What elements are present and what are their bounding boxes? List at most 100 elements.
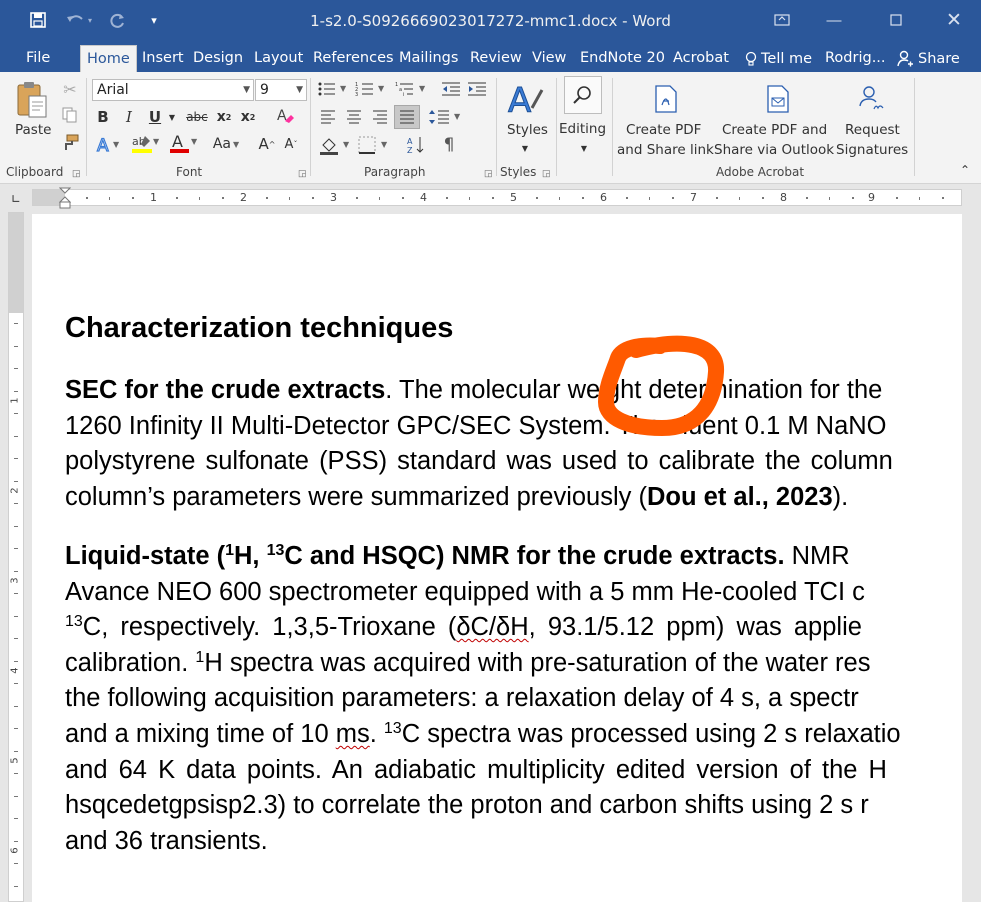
show-formatting-marks-icon[interactable]: ¶ xyxy=(438,134,460,156)
borders-icon[interactable]: ▼ xyxy=(356,134,392,156)
decrease-indent-icon[interactable] xyxy=(440,80,462,98)
tab-references[interactable]: References xyxy=(313,45,394,72)
tab-mailings[interactable]: Mailings xyxy=(399,45,458,72)
sort-icon[interactable]: AZ xyxy=(404,134,428,156)
create-pdf-line1[interactable]: Create PDF xyxy=(626,122,701,138)
ruler-tick xyxy=(109,197,110,200)
font-name-dropdown-icon[interactable]: ▼ xyxy=(243,80,250,100)
align-center-icon[interactable] xyxy=(344,108,364,126)
tab-layout[interactable]: Layout xyxy=(254,45,303,72)
clear-formatting-icon[interactable]: A xyxy=(274,106,296,126)
create-pdf-line2[interactable]: and Share link xyxy=(617,142,714,158)
superscript: 13 xyxy=(266,542,285,559)
vruler-tick xyxy=(14,548,18,549)
tab-view[interactable]: View xyxy=(532,45,566,72)
create-pdf-icon[interactable] xyxy=(652,84,680,114)
spelling-flagged-text[interactable]: δC/δH xyxy=(456,613,528,641)
share-button[interactable]: Share xyxy=(896,45,960,72)
ruler-number: 8 xyxy=(780,191,787,204)
justify-button[interactable] xyxy=(394,105,420,129)
font-name-box[interactable]: Arial ▼ xyxy=(92,79,254,101)
numbering-icon[interactable]: 1 2 3 ▼ xyxy=(354,80,388,98)
tab-file[interactable]: File xyxy=(26,45,50,72)
styles-icon[interactable]: A xyxy=(504,78,548,122)
styles-button-label[interactable]: Styles xyxy=(507,122,548,138)
ribbon-display-options-icon[interactable] xyxy=(762,6,802,34)
doc-line: 13C, respectively. 1,3,5-Trioxane (δC/δH… xyxy=(65,613,862,642)
underline-button[interactable]: U xyxy=(146,108,164,126)
collapse-ribbon-icon[interactable]: ⌃ xyxy=(956,162,974,178)
superscript-button[interactable]: x2 xyxy=(238,108,258,126)
create-pdf-outlook-line2[interactable]: Share via Outlook xyxy=(714,142,834,158)
horizontal-ruler[interactable]: 1 2 3 4 5 6 7 8 9 xyxy=(32,187,962,209)
editing-search-icon[interactable] xyxy=(564,76,602,114)
vruler-number: 2 xyxy=(9,487,21,494)
minimize-icon[interactable]: — xyxy=(814,6,854,34)
ruler-dot xyxy=(626,197,628,199)
grow-font-button[interactable]: A ^ xyxy=(258,134,276,154)
tab-home[interactable]: Home xyxy=(80,45,137,72)
line-spacing-icon[interactable]: ▼ xyxy=(428,108,464,126)
italic-button[interactable]: I xyxy=(120,108,138,126)
text-effects-icon[interactable]: A ▼ xyxy=(94,134,122,156)
request-signatures-line1[interactable]: Request xyxy=(845,122,900,138)
styles-dropdown-icon[interactable]: ▼ xyxy=(518,142,532,154)
font-size-dropdown-icon[interactable]: ▼ xyxy=(296,80,303,100)
tab-insert[interactable]: Insert xyxy=(142,45,184,72)
spelling-flagged-text[interactable]: ms xyxy=(336,720,370,748)
svg-text:▼: ▼ xyxy=(454,112,461,121)
svg-text:▼: ▼ xyxy=(378,84,385,93)
tell-me-search[interactable]: Tell me xyxy=(745,45,812,72)
change-case-button[interactable]: Aa ▼ xyxy=(208,134,244,154)
align-right-icon[interactable] xyxy=(370,108,390,126)
copy-icon[interactable] xyxy=(60,106,80,124)
vruler-number: 3 xyxy=(9,577,21,584)
vertical-ruler[interactable]: 1 2 3 4 5 6 xyxy=(8,212,24,902)
shrink-font-button[interactable]: Aˇ xyxy=(282,134,300,154)
editing-dropdown-icon[interactable]: ▼ xyxy=(577,142,591,154)
font-launcher-icon[interactable]: ◲ xyxy=(298,168,307,179)
align-left-icon[interactable] xyxy=(318,108,338,126)
vruler-tick xyxy=(14,885,18,887)
tab-endnote[interactable]: EndNote 20 xyxy=(580,45,665,72)
highlight-color-icon[interactable]: ab ▼ xyxy=(130,132,160,156)
subscript-button[interactable]: x2 xyxy=(214,108,234,126)
doc-line: and 36 transients. xyxy=(65,827,268,855)
maximize-icon[interactable] xyxy=(876,6,916,34)
group-separator xyxy=(310,78,311,176)
multilevel-list-icon[interactable]: 1 a i ▼ xyxy=(394,80,430,98)
ruler-dot xyxy=(806,197,808,199)
indent-marker-icon[interactable] xyxy=(58,187,72,209)
styles-launcher-icon[interactable]: ◲ xyxy=(542,168,551,179)
bold-button[interactable]: B xyxy=(94,108,112,126)
strikethrough-button[interactable]: abc xyxy=(184,108,210,126)
request-signatures-icon[interactable] xyxy=(856,84,886,114)
vruler-tick xyxy=(14,368,18,369)
font-size-box[interactable]: 9 ▼ xyxy=(255,79,307,101)
editing-button-label[interactable]: Editing xyxy=(559,121,606,137)
request-signatures-line2[interactable]: Signatures xyxy=(836,142,908,158)
clipboard-launcher-icon[interactable]: ◲ xyxy=(72,168,81,179)
tab-review[interactable]: Review xyxy=(470,45,522,72)
format-painter-icon[interactable] xyxy=(60,134,80,152)
paste-label[interactable]: Paste xyxy=(15,122,51,138)
increase-indent-icon[interactable] xyxy=(466,80,488,98)
doc-line: SEC for the crude extracts. The molecula… xyxy=(65,376,882,405)
cut-icon[interactable]: ✂ xyxy=(60,80,80,99)
tab-selector-icon[interactable]: ∟ xyxy=(8,191,24,207)
share-label: Share xyxy=(918,50,960,67)
font-color-icon[interactable]: A ▼ xyxy=(168,132,198,156)
paste-icon[interactable] xyxy=(12,78,52,122)
document-page[interactable]: Characterization techniques SEC for the … xyxy=(32,214,962,902)
bullets-icon[interactable]: ▼ xyxy=(316,80,350,98)
tab-design[interactable]: Design xyxy=(193,45,243,72)
shading-icon[interactable]: ▼ xyxy=(318,134,354,156)
create-pdf-outlook-icon[interactable] xyxy=(764,84,792,114)
user-account[interactable]: Rodrig... xyxy=(825,45,886,72)
shrink-font-label: A xyxy=(284,136,294,152)
create-pdf-outlook-line1[interactable]: Create PDF and xyxy=(722,122,827,138)
close-icon[interactable]: ✕ xyxy=(934,6,974,34)
tab-acrobat[interactable]: Acrobat xyxy=(673,45,729,72)
paragraph-launcher-icon[interactable]: ◲ xyxy=(484,168,493,179)
underline-dropdown-icon[interactable]: ▼ xyxy=(166,108,178,126)
